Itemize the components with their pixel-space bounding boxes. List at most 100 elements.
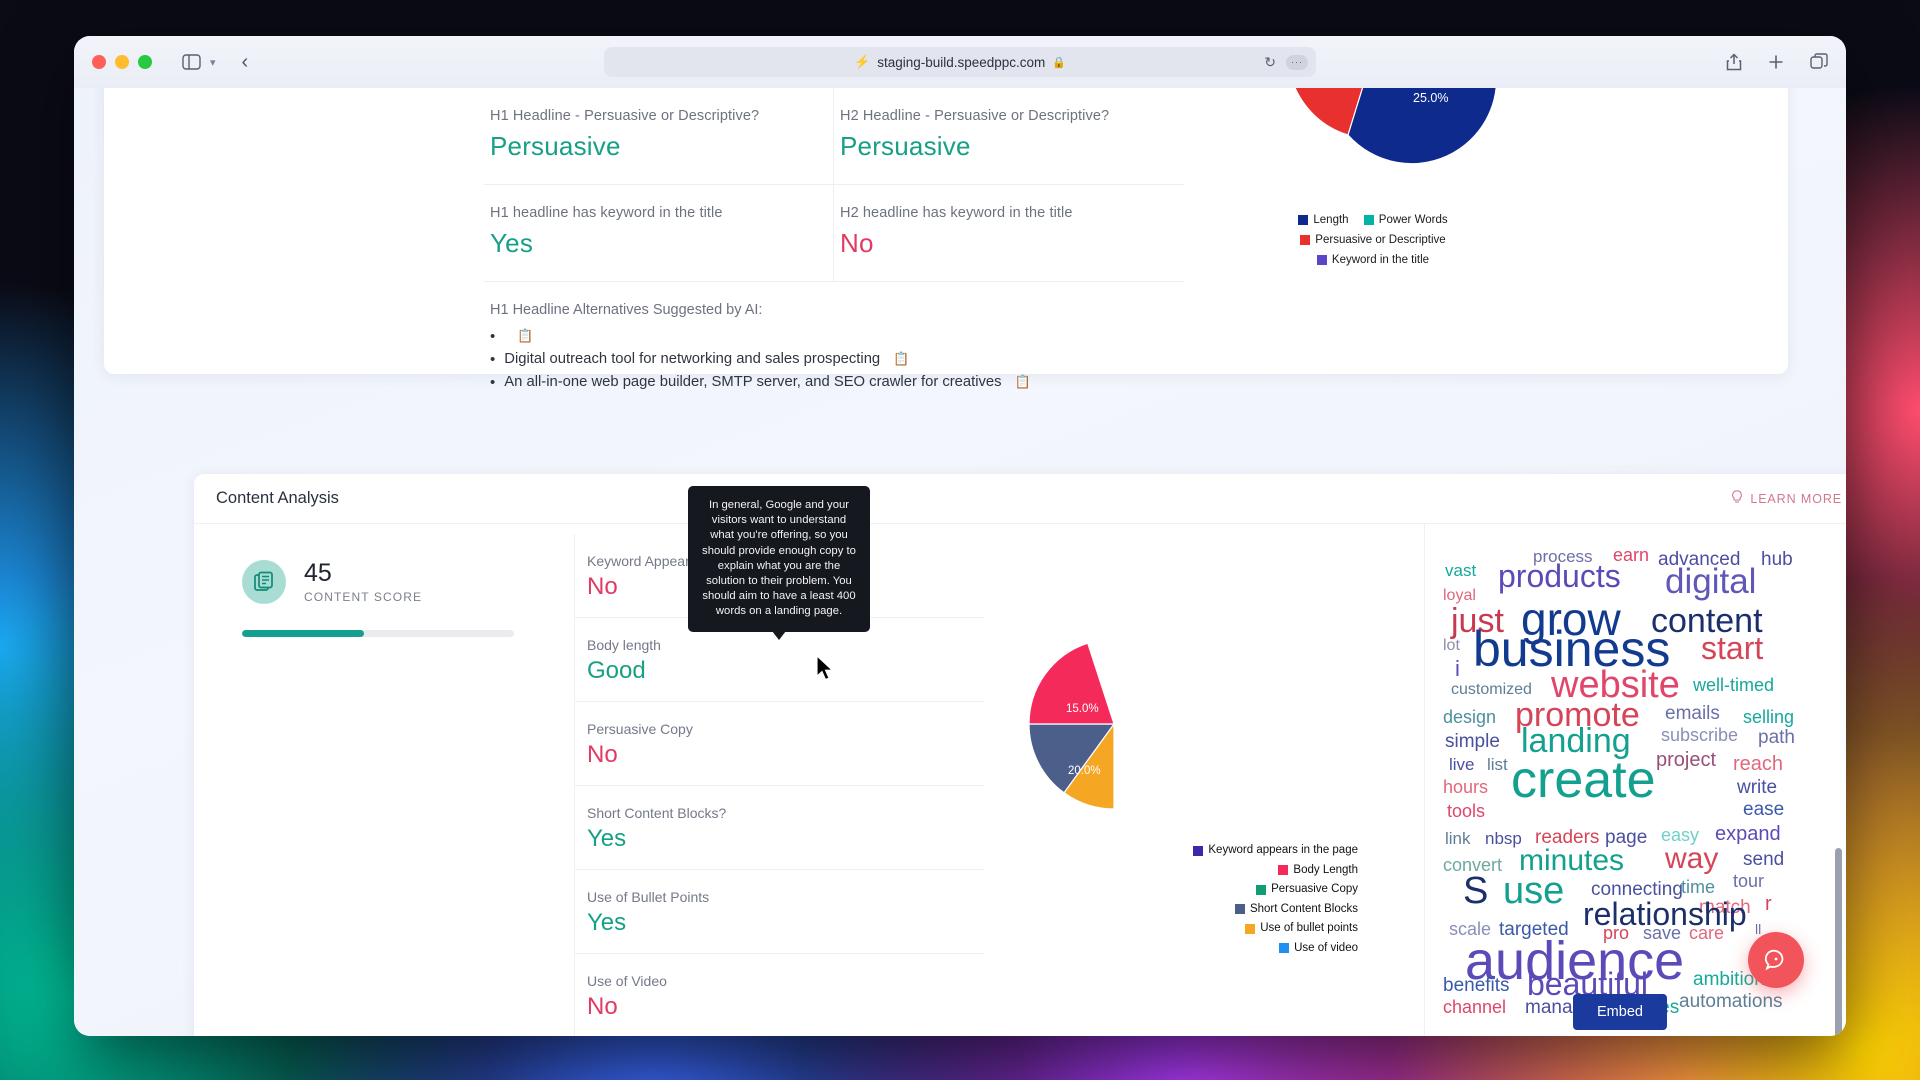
metric-bullet-points[interactable]: Use of Bullet Points Yes bbox=[574, 870, 984, 954]
headline-cell-h2-style: H2 Headline - Persuasive or Descriptive?… bbox=[834, 88, 1184, 185]
url-bar-actions[interactable]: ↻ ··· bbox=[1264, 54, 1308, 71]
wordcloud-word: way bbox=[1665, 842, 1719, 875]
maximize-window-button[interactable] bbox=[138, 55, 152, 69]
metric-use-of-video[interactable]: Use of Video No bbox=[574, 954, 984, 1036]
wordcloud-word: ll bbox=[1755, 921, 1762, 937]
legend-item-short-content-blocks: Short Content Blocks bbox=[984, 901, 1364, 921]
content-analysis-card: Content Analysis LEARN MORE 45 CONTENT S… bbox=[194, 474, 1846, 1036]
metric-label: H1 Headline - Persuasive or Descriptive? bbox=[490, 108, 760, 124]
pie-value-label-bullet: 10.0% bbox=[1117, 657, 1150, 669]
chat-help-icon bbox=[1764, 949, 1784, 971]
legend-label: Persuasive or Descriptive bbox=[1315, 234, 1446, 246]
wordcloud-word: link bbox=[1445, 829, 1471, 848]
legend-item-bullet-points: Use of bullet points bbox=[984, 920, 1364, 940]
wordcloud-word: channel bbox=[1443, 997, 1507, 1017]
content-pie-panel: 10.0% 15.0% 20.0% Keyword appears in the… bbox=[984, 524, 1424, 1036]
wordcloud-word: project bbox=[1656, 749, 1717, 771]
reload-icon[interactable]: ↻ bbox=[1264, 54, 1276, 71]
wordcloud-word: digital bbox=[1665, 562, 1757, 601]
minimize-window-button[interactable] bbox=[115, 55, 129, 69]
browser-toolbar: ▾ ‹ ⚡ staging-build.speedppc.com 🔒 ↻ ··· bbox=[74, 36, 1846, 88]
legend-row: Length Power Words bbox=[1208, 211, 1538, 231]
alternative-text: Digital outreach tool for networking and… bbox=[504, 351, 881, 367]
wordcloud-word: well-timed bbox=[1693, 675, 1775, 695]
wordcloud-word: simple bbox=[1445, 731, 1500, 752]
headline-alternative-item: • An all-in-one web page builder, SMTP s… bbox=[490, 374, 1484, 390]
legend-item-keyword-appears: Keyword appears in the page bbox=[984, 842, 1364, 862]
lock-icon: 🔒 bbox=[1052, 56, 1066, 69]
metric-value: Persuasive bbox=[840, 131, 971, 161]
wordcloud-word: hours bbox=[1443, 777, 1489, 797]
content-score-row: 45 CONTENT SCORE bbox=[242, 560, 540, 604]
toolbar-right-actions bbox=[1726, 53, 1828, 71]
wordcloud-word: S bbox=[1463, 870, 1489, 912]
metric-value: Yes bbox=[587, 909, 627, 936]
metric-short-content-blocks[interactable]: Short Content Blocks? Yes bbox=[574, 786, 984, 870]
bullet-icon: • bbox=[490, 373, 496, 391]
legend-label: Use of video bbox=[1294, 941, 1358, 954]
wordcloud-word: benefits bbox=[1443, 975, 1510, 996]
legend-item-use-of-video: Use of video bbox=[984, 940, 1364, 960]
metric-value: No bbox=[587, 741, 618, 768]
page-title: Content Analysis bbox=[216, 489, 339, 507]
headline-pie-svg: 25.0% bbox=[1294, 88, 1497, 165]
headline-cell-h2-keyword: H2 headline has keyword in the title No bbox=[834, 185, 1184, 282]
extensions-button[interactable]: ··· bbox=[1286, 54, 1308, 70]
help-bubble-button[interactable] bbox=[1748, 932, 1804, 988]
sidebar-icon[interactable] bbox=[182, 54, 201, 70]
bolt-icon: ⚡ bbox=[854, 54, 871, 69]
learn-more-label: LEARN MORE bbox=[1750, 491, 1842, 506]
wordcloud-word: ease bbox=[1743, 799, 1785, 820]
page-viewport: H1 Headline - Persuasive or Descriptive?… bbox=[74, 88, 1846, 1036]
wordcloud-word: r bbox=[1765, 893, 1772, 915]
metric-value: Yes bbox=[490, 228, 534, 258]
wordcloud: process earn advanced hub vast products digita… bbox=[1443, 546, 1843, 1017]
bullet-icon: • bbox=[490, 350, 496, 368]
headline-cell-h1-keyword: H1 headline has keyword in the title Yes bbox=[484, 185, 834, 282]
window-controls[interactable] bbox=[92, 55, 152, 69]
pie-value-label: 25.0% bbox=[1413, 91, 1448, 105]
legend-row: Keyword in the title bbox=[1208, 251, 1538, 271]
metric-persuasive-copy[interactable]: Persuasive Copy No bbox=[574, 702, 984, 786]
wordcloud-word: selling bbox=[1743, 707, 1795, 727]
chevron-down-icon[interactable]: ▾ bbox=[210, 56, 216, 69]
legend-item-persuasive: Persuasive or Descriptive bbox=[1300, 231, 1446, 249]
legend-row: Persuasive or Descriptive bbox=[1208, 231, 1538, 251]
metric-label: Short Content Blocks? bbox=[587, 805, 727, 821]
copy-icon[interactable]: 📋 bbox=[517, 328, 533, 344]
legend-item-persuasive-copy: Persuasive Copy bbox=[984, 881, 1364, 901]
url-text: staging-build.speedppc.com bbox=[877, 54, 1046, 70]
alternative-text: An all-in-one web page builder, SMTP ser… bbox=[504, 374, 1002, 390]
copy-icon[interactable]: 📋 bbox=[893, 351, 909, 367]
back-chevron-icon[interactable]: ‹ bbox=[242, 52, 249, 72]
copy-icon[interactable]: 📋 bbox=[1015, 374, 1031, 390]
tab-overview-icon[interactable] bbox=[1810, 53, 1828, 71]
wordcloud-word: tools bbox=[1447, 801, 1486, 821]
wordcloud-word: i bbox=[1455, 656, 1460, 681]
wordcloud-word: lot bbox=[1443, 637, 1460, 654]
pie-value-label-short: 15.0% bbox=[1066, 703, 1099, 715]
content-score-value: 45 bbox=[304, 559, 332, 587]
wordcloud-word: live bbox=[1449, 755, 1475, 774]
close-window-button[interactable] bbox=[92, 55, 106, 69]
metric-value: Persuasive bbox=[490, 131, 621, 161]
metric-label: H2 Headline - Persuasive or Descriptive? bbox=[840, 108, 1110, 124]
document-icon bbox=[242, 560, 286, 605]
lightbulb-icon bbox=[1731, 490, 1743, 507]
legend-label: Length bbox=[1313, 214, 1349, 226]
learn-more-button[interactable]: LEARN MORE bbox=[1731, 490, 1842, 507]
share-icon[interactable] bbox=[1726, 53, 1742, 71]
embed-button[interactable]: Embed bbox=[1573, 994, 1667, 1030]
legend-item-keyword: Keyword in the title bbox=[1316, 251, 1429, 269]
url-bar[interactable]: ⚡ staging-build.speedppc.com 🔒 ↻ ··· bbox=[604, 47, 1316, 77]
page-scrollbar[interactable] bbox=[1835, 848, 1842, 1036]
metric-label: H2 headline has keyword in the title bbox=[840, 205, 1073, 221]
plus-icon[interactable] bbox=[1768, 54, 1784, 70]
wordcloud-word: time bbox=[1681, 877, 1716, 897]
headline-alternatives-block: H1 Headline Alternatives Suggested by AI… bbox=[484, 282, 1484, 390]
metric-label: H1 headline has keyword in the title bbox=[490, 205, 723, 221]
wordcloud-word: start bbox=[1701, 630, 1764, 666]
wordcloud-word: send bbox=[1743, 849, 1785, 870]
headline-alternative-item: • 📋 bbox=[490, 328, 1484, 344]
bullet-icon: • bbox=[490, 327, 496, 345]
